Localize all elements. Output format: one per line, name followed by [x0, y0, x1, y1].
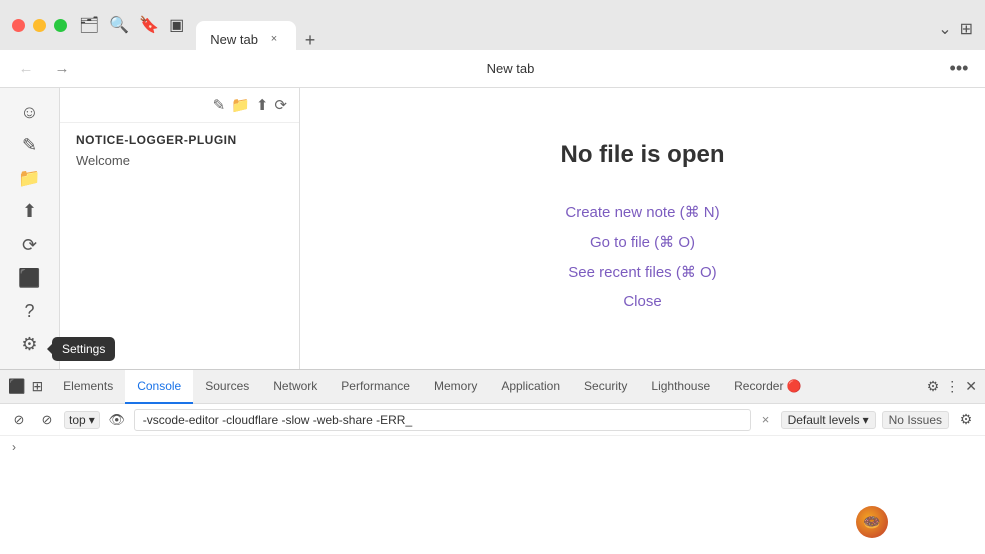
folder-icon[interactable]: 🗂 — [79, 15, 99, 35]
pkmer-icon: 🍩 — [856, 506, 888, 538]
panel-edit-icon[interactable]: ✎ — [213, 96, 226, 114]
no-issues-badge: No Issues — [882, 411, 949, 429]
devtools-tabs: ⬛ ⊞ Elements Console Sources Network Per… — [0, 370, 985, 404]
filter-input[interactable] — [134, 409, 751, 431]
tab-label: New tab — [210, 32, 258, 47]
file-panel: ✎ 📁 ⬆ ⟳ NOTICE-LOGGER-PLUGIN Welcome — [60, 88, 300, 369]
console-prompt[interactable]: › — [12, 440, 973, 454]
settings-icon: ⚙ — [21, 334, 37, 355]
source-icon: ⬛ — [18, 268, 40, 289]
console-chevron-icon: › — [12, 440, 16, 454]
tab-application[interactable]: Application — [489, 370, 572, 404]
sidebar-icon-help[interactable]: ? — [10, 297, 50, 326]
sidebar-icon-settings[interactable]: ⚙ — [10, 330, 50, 359]
tab-security[interactable]: Security — [572, 370, 639, 404]
chevron-down-icon[interactable]: ⌄ — [938, 19, 951, 39]
filter-clear-button[interactable]: × — [757, 411, 775, 429]
sidebar-icon-upload[interactable]: ⬆ — [10, 197, 50, 226]
back-icon: ← — [19, 60, 34, 77]
edit-icon: ✎ — [22, 135, 37, 156]
tab-memory[interactable]: Memory — [422, 370, 489, 404]
log-levels-chevron: ▾ — [863, 413, 869, 427]
minimize-button[interactable] — [33, 19, 46, 32]
sidebar: ☺ ✎ 📁 ⬆ ⟳ ⬛ ? ⚙ Settings — [0, 88, 60, 369]
active-tab[interactable]: New tab × — [196, 21, 296, 57]
devtools-right-icons: ⚙ ⋮ ✕ — [927, 378, 977, 395]
project-title: NOTICE-LOGGER-PLUGIN — [60, 123, 299, 149]
tab-elements[interactable]: Elements — [51, 370, 125, 404]
tab-right-controls: ⌄ ⊞ — [938, 19, 973, 39]
eye-icon[interactable]: 👁 — [106, 409, 128, 431]
panel-refresh-icon[interactable]: ⟳ — [274, 96, 287, 114]
forward-icon: → — [55, 60, 70, 77]
tab-lighthouse[interactable]: Lighthouse — [639, 370, 722, 404]
help-icon: ? — [24, 301, 34, 322]
grid-icon[interactable]: ⊞ — [960, 19, 973, 39]
more-button[interactable]: ••• — [945, 55, 973, 83]
log-levels-button[interactable]: Default levels ▾ — [781, 411, 876, 429]
file-item-welcome[interactable]: Welcome — [60, 149, 299, 172]
title-bar: 🗂 🔍 🔖 ▣ New tab × + ⌄ ⊞ — [0, 0, 985, 50]
tab-close-button[interactable]: × — [266, 31, 282, 47]
file-panel-header: ✎ 📁 ⬆ ⟳ — [60, 88, 299, 123]
close-link[interactable]: Close — [623, 293, 661, 310]
devtools-more-icon[interactable]: ⋮ — [945, 378, 959, 395]
devtools: ⬛ ⊞ Elements Console Sources Network Per… — [0, 369, 985, 554]
no-file-title: No file is open — [560, 141, 724, 169]
devtools-device-icon[interactable]: ⊞ — [31, 378, 43, 395]
folder-sidebar-icon: 📁 — [18, 168, 40, 189]
file-panel-icons: ✎ 📁 ⬆ ⟳ — [213, 96, 287, 114]
nav-bar: ← → New tab ••• — [0, 50, 985, 88]
address-bar: New tab — [84, 61, 937, 76]
sidebar-toggle-icon[interactable]: ▣ — [169, 15, 184, 35]
context-selector[interactable]: top ▾ — [64, 411, 100, 429]
panel-folder-icon[interactable]: 📁 — [231, 96, 250, 114]
filter-icon[interactable]: ⊘ — [36, 409, 58, 431]
devtools-console-area: › — [0, 436, 985, 554]
tab-sources[interactable]: Sources — [193, 370, 261, 404]
tab-performance[interactable]: Performance — [329, 370, 422, 404]
context-chevron-icon: ▾ — [89, 413, 95, 427]
page-title: New tab — [487, 61, 535, 76]
devtools-inspect-icon[interactable]: ⬛ — [8, 378, 25, 395]
sidebar-icon-edit[interactable]: ✎ — [10, 131, 50, 160]
tab-network[interactable]: Network — [261, 370, 329, 404]
upload-icon: ⬆ — [22, 201, 37, 222]
recent-files-link[interactable]: See recent files (⌘ O) — [568, 263, 716, 281]
console-settings-icon[interactable]: ⚙ — [955, 409, 977, 431]
pkmer-text: PKMER — [894, 512, 969, 533]
pkmer-logo: 🍩 PKMER — [856, 506, 969, 538]
main-area: ☺ ✎ 📁 ⬆ ⟳ ⬛ ? ⚙ Settings ✎ — [0, 88, 985, 369]
smiley-icon: ☺ — [20, 102, 38, 123]
tab-console[interactable]: Console — [125, 370, 193, 404]
search-icon[interactable]: 🔍 — [109, 15, 129, 35]
devtools-toolbar: ⊘ ⊘ top ▾ 👁 × Default levels ▾ No Issues… — [0, 404, 985, 436]
sidebar-icon-folder[interactable]: 📁 — [10, 164, 50, 193]
tab-recorder[interactable]: Recorder 🔴 — [722, 370, 814, 404]
create-new-note-link[interactable]: Create new note (⌘ N) — [565, 203, 719, 221]
new-tab-button[interactable]: + — [296, 26, 324, 54]
devtools-gear-icon[interactable]: ⚙ — [927, 378, 940, 395]
devtools-close-icon[interactable]: ✕ — [965, 378, 977, 395]
fullscreen-button[interactable] — [54, 19, 67, 32]
refresh-icon: ⟳ — [22, 235, 37, 256]
tabs-area: New tab × + — [196, 0, 926, 50]
context-label: top — [69, 413, 86, 427]
devtools-left-icons: ⬛ ⊞ — [8, 378, 43, 395]
go-to-file-link[interactable]: Go to file (⌘ O) — [590, 233, 695, 251]
forward-button[interactable]: → — [48, 55, 76, 83]
back-button[interactable]: ← — [12, 55, 40, 83]
content-area: No file is open Create new note (⌘ N) Go… — [300, 88, 985, 369]
sidebar-icon-refresh[interactable]: ⟳ — [10, 231, 50, 260]
bookmark-icon[interactable]: 🔖 — [139, 15, 159, 35]
log-levels-label: Default levels — [788, 413, 860, 427]
clear-console-button[interactable]: ⊘ — [8, 409, 30, 431]
traffic-lights — [12, 19, 67, 32]
sidebar-icon-source[interactable]: ⬛ — [10, 264, 50, 293]
title-bar-icons: 🗂 🔍 🔖 ▣ — [79, 15, 184, 35]
sidebar-icon-smiley[interactable]: ☺ — [10, 98, 50, 127]
panel-upload-icon[interactable]: ⬆ — [256, 96, 269, 114]
close-button[interactable] — [12, 19, 25, 32]
